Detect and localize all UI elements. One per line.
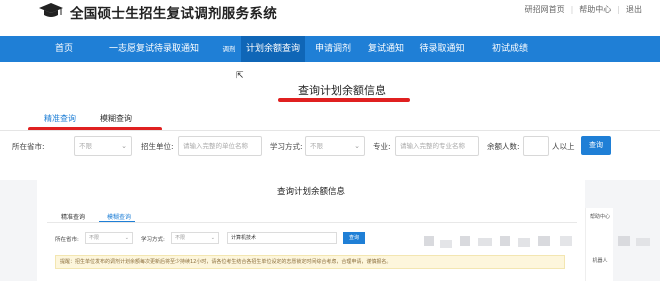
link-help[interactable]: 帮助中心 (579, 4, 611, 15)
nav-adjustment[interactable]: 调剂 (218, 36, 240, 62)
nav-exam-scores[interactable]: 初试成绩 (486, 36, 534, 62)
study-mode-select[interactable]: 不限 ⌄ (305, 136, 365, 156)
province-select[interactable]: 不限 ⌄ (74, 136, 132, 156)
blurred-region (518, 238, 530, 247)
nav-admission-notice[interactable]: 待录取通知 (414, 36, 470, 62)
embedded-province-value: 不限 (89, 235, 100, 241)
embedded-search-button[interactable]: 查询 (343, 232, 365, 244)
embedded-study-select[interactable]: 不限 ⌄ (171, 232, 219, 244)
tab-fuzzy-query[interactable]: 模糊查询 (100, 113, 132, 124)
province-label: 所在省市: (12, 142, 45, 151)
balance-input[interactable] (523, 136, 549, 156)
nav-first-choice-notice[interactable]: 一志愿复试待录取通知 (92, 36, 216, 62)
study-mode-label: 学习方式: (270, 142, 303, 151)
major-input[interactable]: 请输入完整的专业名称 (395, 136, 479, 156)
blurred-region (618, 236, 630, 246)
nav-retest-notice[interactable]: 复试通知 (362, 36, 410, 62)
blurred-region (440, 240, 452, 248)
page-heading: 查询计划余额信息 (298, 84, 386, 97)
embedded-province-select[interactable]: 不限 ⌄ (85, 232, 133, 244)
balance-suffix: 人以上 (552, 142, 575, 151)
embedded-card: 查询计划余额信息 精准查询 模糊查询 所在省市: 不限 ⌄ 学习方式: 不限 ⌄… (37, 180, 585, 281)
chevron-down-icon: ⌄ (354, 142, 360, 150)
top-links: 研招网首页 | 帮助中心 | 退出 (525, 4, 642, 15)
embedded-tab-fuzzy[interactable]: 模糊查询 (107, 212, 131, 221)
link-logout[interactable]: 退出 (626, 4, 642, 15)
chevron-down-icon: ⌄ (124, 235, 129, 241)
red-annotation-underline (278, 98, 410, 102)
search-button[interactable]: 查询 (581, 136, 611, 155)
unit-label: 招生单位: (141, 142, 174, 151)
notice-banner: 提醒：招生单位发布的调剂计划余额每次更新后将至少持续12小时，请各位考生结合各招… (55, 255, 565, 269)
chevron-down-icon: ⌄ (121, 142, 127, 150)
link-home[interactable]: 研招网首页 (525, 4, 565, 15)
nav-home[interactable]: 首页 (44, 36, 84, 62)
site-header: 全国硕士生招生复试调剂服务系统 研招网首页 | 帮助中心 | 退出 (0, 0, 660, 36)
embedded-study-label: 学习方式: (141, 237, 165, 243)
province-value: 不限 (79, 142, 92, 150)
blurred-region (636, 238, 650, 246)
blurred-region (478, 238, 492, 246)
main-nav: 首页 一志愿复试待录取通知 调剂 计划余额查询 申请调剂 复试通知 待录取通知 … (0, 36, 660, 62)
site-title: 全国硕士生招生复试调剂服务系统 (70, 6, 277, 22)
blurred-region (500, 236, 510, 246)
study-mode-value: 不限 (310, 142, 323, 150)
graduation-cap-icon (39, 3, 63, 17)
nav-apply-adjustment[interactable]: 申请调剂 (309, 36, 357, 62)
embedded-screenshot: 查询计划余额信息 精准查询 模糊查询 所在省市: 不限 ⌄ 学习方式: 不限 ⌄… (0, 180, 660, 281)
chevron-down-icon: ⌄ (210, 235, 215, 241)
blurred-region (424, 236, 434, 246)
balance-label: 余额人数: (487, 142, 520, 151)
divider (47, 222, 577, 223)
side-help-center[interactable]: 帮助中心 (586, 214, 614, 220)
nav-plan-balance[interactable]: 计划余额查询 (241, 36, 305, 62)
mouse-cursor-icon: ⇱ (236, 71, 244, 81)
divider: | (617, 5, 620, 14)
divider: | (570, 5, 574, 14)
tab-exact-query[interactable]: 精准查询 (44, 113, 76, 124)
side-robot[interactable]: 机器人 (586, 258, 614, 264)
blurred-region (460, 236, 470, 246)
embedded-study-value: 不限 (175, 235, 186, 241)
embedded-tab-exact[interactable]: 精准查询 (61, 212, 85, 221)
unit-input[interactable]: 请输入完整的单位名称 (178, 136, 262, 156)
side-panel: 帮助中心 机器人 (585, 208, 613, 281)
divider (0, 130, 660, 131)
major-label: 专业: (373, 142, 391, 151)
blurred-region (560, 236, 572, 246)
blurred-region (538, 236, 550, 246)
embedded-heading: 查询计划余额信息 (276, 187, 345, 197)
embedded-province-label: 所在省市: (55, 237, 79, 243)
filter-row: 所在省市: 不限 ⌄ 招生单位: 请输入完整的单位名称 学习方式: 不限 ⌄ 专… (0, 136, 660, 158)
embedded-keyword-input[interactable]: 计算机技术 (227, 232, 337, 244)
